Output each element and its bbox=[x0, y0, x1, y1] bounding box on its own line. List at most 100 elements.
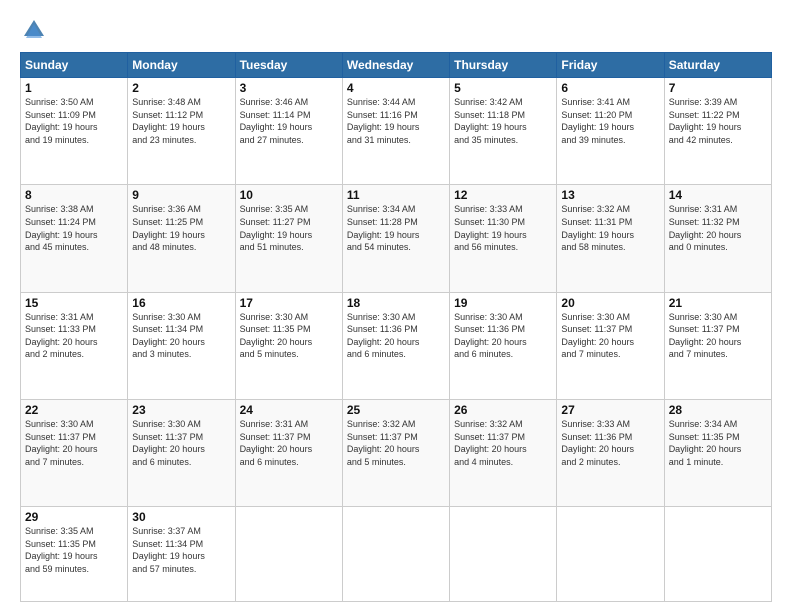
calendar-cell: 10Sunrise: 3:35 AM Sunset: 11:27 PM Dayl… bbox=[235, 185, 342, 292]
day-number: 6 bbox=[561, 81, 659, 95]
calendar-cell: 26Sunrise: 3:32 AM Sunset: 11:37 PM Dayl… bbox=[450, 399, 557, 506]
calendar-cell: 3Sunrise: 3:46 AM Sunset: 11:14 PM Dayli… bbox=[235, 78, 342, 185]
calendar-cell: 8Sunrise: 3:38 AM Sunset: 11:24 PM Dayli… bbox=[21, 185, 128, 292]
day-number: 4 bbox=[347, 81, 445, 95]
calendar-cell: 24Sunrise: 3:31 AM Sunset: 11:37 PM Dayl… bbox=[235, 399, 342, 506]
calendar-cell: 21Sunrise: 3:30 AM Sunset: 11:37 PM Dayl… bbox=[664, 292, 771, 399]
day-number: 2 bbox=[132, 81, 230, 95]
calendar-cell: 28Sunrise: 3:34 AM Sunset: 11:35 PM Dayl… bbox=[664, 399, 771, 506]
cell-daylight-text: Sunrise: 3:30 AM Sunset: 11:34 PM Daylig… bbox=[132, 311, 230, 361]
calendar-header-row: SundayMondayTuesdayWednesdayThursdayFrid… bbox=[21, 53, 772, 78]
cell-daylight-text: Sunrise: 3:50 AM Sunset: 11:09 PM Daylig… bbox=[25, 96, 123, 146]
day-number: 27 bbox=[561, 403, 659, 417]
cell-daylight-text: Sunrise: 3:32 AM Sunset: 11:31 PM Daylig… bbox=[561, 203, 659, 253]
calendar-cell: 1Sunrise: 3:50 AM Sunset: 11:09 PM Dayli… bbox=[21, 78, 128, 185]
col-header-thursday: Thursday bbox=[450, 53, 557, 78]
day-number: 29 bbox=[25, 510, 123, 524]
day-number: 12 bbox=[454, 188, 552, 202]
calendar-cell: 20Sunrise: 3:30 AM Sunset: 11:37 PM Dayl… bbox=[557, 292, 664, 399]
day-number: 16 bbox=[132, 296, 230, 310]
calendar-week-row: 29Sunrise: 3:35 AM Sunset: 11:35 PM Dayl… bbox=[21, 507, 772, 602]
calendar-cell: 13Sunrise: 3:32 AM Sunset: 11:31 PM Dayl… bbox=[557, 185, 664, 292]
day-number: 10 bbox=[240, 188, 338, 202]
day-number: 14 bbox=[669, 188, 767, 202]
calendar-cell: 22Sunrise: 3:30 AM Sunset: 11:37 PM Dayl… bbox=[21, 399, 128, 506]
cell-daylight-text: Sunrise: 3:33 AM Sunset: 11:30 PM Daylig… bbox=[454, 203, 552, 253]
cell-daylight-text: Sunrise: 3:30 AM Sunset: 11:35 PM Daylig… bbox=[240, 311, 338, 361]
day-number: 20 bbox=[561, 296, 659, 310]
calendar-cell: 25Sunrise: 3:32 AM Sunset: 11:37 PM Dayl… bbox=[342, 399, 449, 506]
calendar-cell bbox=[450, 507, 557, 602]
calendar-cell: 5Sunrise: 3:42 AM Sunset: 11:18 PM Dayli… bbox=[450, 78, 557, 185]
col-header-friday: Friday bbox=[557, 53, 664, 78]
cell-daylight-text: Sunrise: 3:33 AM Sunset: 11:36 PM Daylig… bbox=[561, 418, 659, 468]
day-number: 24 bbox=[240, 403, 338, 417]
cell-daylight-text: Sunrise: 3:34 AM Sunset: 11:35 PM Daylig… bbox=[669, 418, 767, 468]
calendar-cell: 2Sunrise: 3:48 AM Sunset: 11:12 PM Dayli… bbox=[128, 78, 235, 185]
calendar-cell: 19Sunrise: 3:30 AM Sunset: 11:36 PM Dayl… bbox=[450, 292, 557, 399]
col-header-tuesday: Tuesday bbox=[235, 53, 342, 78]
cell-daylight-text: Sunrise: 3:38 AM Sunset: 11:24 PM Daylig… bbox=[25, 203, 123, 253]
cell-daylight-text: Sunrise: 3:30 AM Sunset: 11:36 PM Daylig… bbox=[454, 311, 552, 361]
day-number: 5 bbox=[454, 81, 552, 95]
day-number: 1 bbox=[25, 81, 123, 95]
cell-daylight-text: Sunrise: 3:37 AM Sunset: 11:34 PM Daylig… bbox=[132, 525, 230, 575]
cell-daylight-text: Sunrise: 3:41 AM Sunset: 11:20 PM Daylig… bbox=[561, 96, 659, 146]
cell-daylight-text: Sunrise: 3:34 AM Sunset: 11:28 PM Daylig… bbox=[347, 203, 445, 253]
cell-daylight-text: Sunrise: 3:31 AM Sunset: 11:33 PM Daylig… bbox=[25, 311, 123, 361]
day-number: 23 bbox=[132, 403, 230, 417]
day-number: 28 bbox=[669, 403, 767, 417]
calendar-cell: 17Sunrise: 3:30 AM Sunset: 11:35 PM Dayl… bbox=[235, 292, 342, 399]
calendar-page: SundayMondayTuesdayWednesdayThursdayFrid… bbox=[0, 0, 792, 612]
calendar-cell: 29Sunrise: 3:35 AM Sunset: 11:35 PM Dayl… bbox=[21, 507, 128, 602]
day-number: 26 bbox=[454, 403, 552, 417]
calendar-cell: 16Sunrise: 3:30 AM Sunset: 11:34 PM Dayl… bbox=[128, 292, 235, 399]
logo bbox=[20, 16, 52, 44]
calendar-cell: 18Sunrise: 3:30 AM Sunset: 11:36 PM Dayl… bbox=[342, 292, 449, 399]
calendar-cell bbox=[557, 507, 664, 602]
cell-daylight-text: Sunrise: 3:36 AM Sunset: 11:25 PM Daylig… bbox=[132, 203, 230, 253]
cell-daylight-text: Sunrise: 3:30 AM Sunset: 11:37 PM Daylig… bbox=[561, 311, 659, 361]
day-number: 3 bbox=[240, 81, 338, 95]
calendar-cell bbox=[235, 507, 342, 602]
calendar-cell: 7Sunrise: 3:39 AM Sunset: 11:22 PM Dayli… bbox=[664, 78, 771, 185]
col-header-sunday: Sunday bbox=[21, 53, 128, 78]
calendar-week-row: 22 Sunrise: 3:30 AM Sunset: 11:37 PM Dayl… bbox=[21, 399, 772, 506]
day-number: 19 bbox=[454, 296, 552, 310]
cell-daylight-text: Sunrise: 3:46 AM Sunset: 11:14 PM Daylig… bbox=[240, 96, 338, 146]
calendar-table: SundayMondayTuesdayWednesdayThursdayFrid… bbox=[20, 52, 772, 602]
calendar-week-row: 1Sunrise: 3:50 AM Sunset: 11:09 PM Dayli… bbox=[21, 78, 772, 185]
calendar-week-row: 8Sunrise: 3:38 AM Sunset: 11:24 PM Dayli… bbox=[21, 185, 772, 292]
calendar-cell: 23Sunrise: 3:30 AM Sunset: 11:37 PM Dayl… bbox=[128, 399, 235, 506]
col-header-wednesday: Wednesday bbox=[342, 53, 449, 78]
day-number: 13 bbox=[561, 188, 659, 202]
calendar-cell bbox=[342, 507, 449, 602]
calendar-cell: 9Sunrise: 3:36 AM Sunset: 11:25 PM Dayli… bbox=[128, 185, 235, 292]
cell-daylight-text: Sunrise: 3:32 AM Sunset: 11:37 PM Daylig… bbox=[347, 418, 445, 468]
cell-daylight-text: Sunrise: 3:35 AM Sunset: 11:35 PM Daylig… bbox=[25, 525, 123, 575]
cell-daylight-text: Sunrise: 3:30 AM Sunset: 11:37 PM Daylig… bbox=[669, 311, 767, 361]
calendar-cell: 14Sunrise: 3:31 AM Sunset: 11:32 PM Dayl… bbox=[664, 185, 771, 292]
cell-daylight-text: Sunrise: 3:39 AM Sunset: 11:22 PM Daylig… bbox=[669, 96, 767, 146]
calendar-cell: 30Sunrise: 3:37 AM Sunset: 11:34 PM Dayl… bbox=[128, 507, 235, 602]
day-number: 22 bbox=[25, 403, 123, 417]
day-number: 8 bbox=[25, 188, 123, 202]
cell-daylight-text: Sunrise: 3:31 AM Sunset: 11:32 PM Daylig… bbox=[669, 203, 767, 253]
day-number: 21 bbox=[669, 296, 767, 310]
cell-daylight-text: Sunrise: 3:35 AM Sunset: 11:27 PM Daylig… bbox=[240, 203, 338, 253]
cell-daylight-text: Sunrise: 3:30 AM Sunset: 11:37 PM Daylig… bbox=[132, 418, 230, 468]
day-number: 9 bbox=[132, 188, 230, 202]
day-number: 30 bbox=[132, 510, 230, 524]
calendar-week-row: 15Sunrise: 3:31 AM Sunset: 11:33 PM Dayl… bbox=[21, 292, 772, 399]
header bbox=[20, 16, 772, 44]
calendar-cell: 27Sunrise: 3:33 AM Sunset: 11:36 PM Dayl… bbox=[557, 399, 664, 506]
col-header-saturday: Saturday bbox=[664, 53, 771, 78]
cell-daylight-text: Sunrise: 3:30 AM Sunset: 11:36 PM Daylig… bbox=[347, 311, 445, 361]
cell-daylight-text: Sunrise: 3:44 AM Sunset: 11:16 PM Daylig… bbox=[347, 96, 445, 146]
calendar-cell: 4Sunrise: 3:44 AM Sunset: 11:16 PM Dayli… bbox=[342, 78, 449, 185]
day-number: 11 bbox=[347, 188, 445, 202]
calendar-cell: 12Sunrise: 3:33 AM Sunset: 11:30 PM Dayl… bbox=[450, 185, 557, 292]
calendar-cell: 6Sunrise: 3:41 AM Sunset: 11:20 PM Dayli… bbox=[557, 78, 664, 185]
calendar-cell: 15Sunrise: 3:31 AM Sunset: 11:33 PM Dayl… bbox=[21, 292, 128, 399]
calendar-cell bbox=[664, 507, 771, 602]
